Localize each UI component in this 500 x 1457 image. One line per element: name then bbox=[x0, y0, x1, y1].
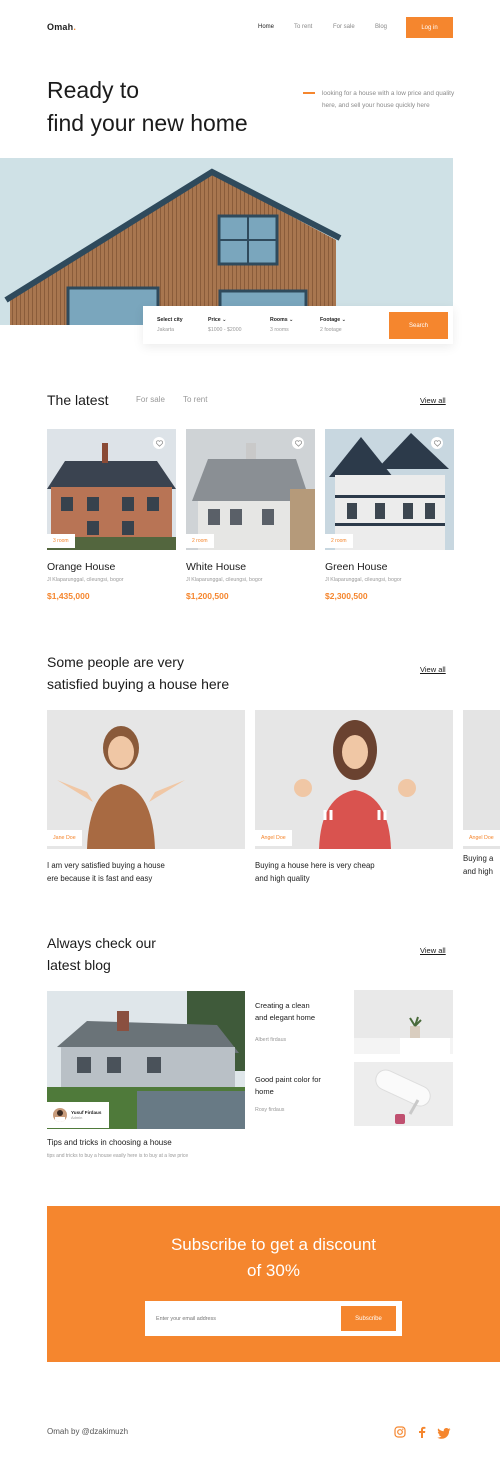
author-card: Yusuf Firdaus Admin bbox=[47, 1102, 109, 1128]
nav-to-rent[interactable]: To rent bbox=[294, 24, 312, 30]
blog-side-title[interactable]: Good paint color for home bbox=[255, 1074, 321, 1098]
subscribe-banner bbox=[47, 1206, 500, 1362]
search-button[interactable]: Search bbox=[389, 312, 448, 339]
city-select[interactable]: Select city Jakarta bbox=[157, 317, 183, 333]
blog-side-image[interactable] bbox=[354, 1062, 453, 1126]
house-address: Jl Klaparunggal, cileungsi, bogor bbox=[325, 577, 402, 583]
heart-icon[interactable] bbox=[292, 437, 304, 449]
testimonial-quote: Buying a and high bbox=[463, 854, 494, 876]
room-badge: 2 room bbox=[186, 534, 214, 548]
latest-view-all-link[interactable]: View all bbox=[420, 396, 446, 405]
blog-side-author: Rosy firdaus bbox=[255, 1107, 285, 1113]
blog-title: Always check our latest blog bbox=[47, 935, 156, 973]
price-select[interactable]: Price ⌄ $1000 - $2000 bbox=[208, 317, 241, 333]
blog-side-title[interactable]: Creating a clean and elegant home bbox=[255, 1000, 315, 1024]
hero-house-image bbox=[0, 158, 453, 325]
chevron-down-icon: ⌄ bbox=[222, 317, 227, 323]
house-name[interactable]: White House bbox=[186, 561, 246, 573]
subscribe-form: Subscribe bbox=[145, 1301, 402, 1336]
tab-to-rent[interactable]: To rent bbox=[183, 395, 207, 404]
testimonial-quote: I am very satisfied buying a house ere b… bbox=[47, 861, 165, 883]
avatar bbox=[53, 1108, 67, 1122]
author-role: Admin bbox=[71, 1115, 83, 1120]
testimonials-view-all-link[interactable]: View all bbox=[420, 665, 446, 674]
logo[interactable]: Omah. bbox=[47, 22, 76, 32]
blog-side-author: Albert firdaus bbox=[255, 1037, 287, 1043]
rooms-select[interactable]: Rooms ⌄ 3 rooms bbox=[270, 317, 293, 333]
testimonial-photo bbox=[255, 710, 453, 849]
testimonial-photo bbox=[47, 710, 245, 849]
room-badge: 3 room bbox=[47, 534, 75, 548]
subscribe-title: Subscribe to get a discount of 30% bbox=[170, 1235, 377, 1280]
blog-main-title[interactable]: Tips and tricks in choosing a house bbox=[47, 1138, 172, 1147]
house-name[interactable]: Green House bbox=[325, 561, 387, 573]
blog-side-image[interactable] bbox=[354, 990, 453, 1054]
subscribe-button[interactable]: Subscribe bbox=[341, 1306, 396, 1331]
testimonial-name: Jane Doe bbox=[47, 830, 82, 846]
chevron-down-icon: ⌄ bbox=[289, 317, 294, 323]
hero-description: looking for a house with a low price and… bbox=[322, 90, 455, 109]
heart-icon[interactable] bbox=[153, 437, 165, 449]
room-badge: 2 room bbox=[325, 534, 353, 548]
latest-title: The latest bbox=[47, 392, 109, 408]
footage-select[interactable]: Footage ⌄ 2 footage bbox=[320, 317, 346, 333]
login-button[interactable]: Log in bbox=[406, 17, 453, 38]
blog-main-excerpt: tips and tricks to buy a house easily he… bbox=[47, 1153, 189, 1159]
house-price: $1,435,000 bbox=[47, 591, 90, 601]
testimonial-quote: Buying a house here is very cheap and hi… bbox=[255, 861, 375, 883]
testimonial-name: Angel Doe bbox=[255, 830, 292, 846]
nav-home[interactable]: Home bbox=[258, 24, 274, 30]
testimonial-name: Angel Doe bbox=[463, 830, 500, 846]
instagram-icon[interactable] bbox=[394, 1425, 406, 1438]
search-box: Select city Jakarta Price ⌄ $1000 - $2000 … bbox=[143, 306, 453, 344]
chevron-down-icon: ⌄ bbox=[341, 317, 346, 323]
email-input[interactable] bbox=[151, 1307, 336, 1330]
nav-blog[interactable]: Blog bbox=[375, 24, 387, 30]
house-address: Jl Klaparunggal, cileungsi, bogor bbox=[47, 577, 124, 583]
house-price: $1,200,500 bbox=[186, 591, 229, 601]
footer-credit: Omah by @dzakimuzh bbox=[47, 1427, 129, 1436]
tab-for-sale[interactable]: For sale bbox=[136, 395, 165, 404]
testimonial-photo bbox=[463, 710, 500, 849]
house-name[interactable]: Orange House bbox=[47, 561, 115, 573]
nav-for-sale[interactable]: For sale bbox=[333, 24, 355, 30]
heart-icon[interactable] bbox=[431, 437, 443, 449]
facebook-icon[interactable] bbox=[417, 1425, 427, 1438]
blog-view-all-link[interactable]: View all bbox=[420, 946, 446, 955]
testimonials-title: Some people are very satisfied buying a … bbox=[47, 654, 230, 692]
hero-accent-line bbox=[303, 92, 315, 94]
house-address: Jl Klaparunggal, cileungsi, bogor bbox=[186, 577, 263, 583]
twitter-icon[interactable] bbox=[437, 1426, 451, 1439]
hero-title: Ready to find your new home bbox=[47, 77, 248, 136]
house-price: $2,300,500 bbox=[325, 591, 368, 601]
